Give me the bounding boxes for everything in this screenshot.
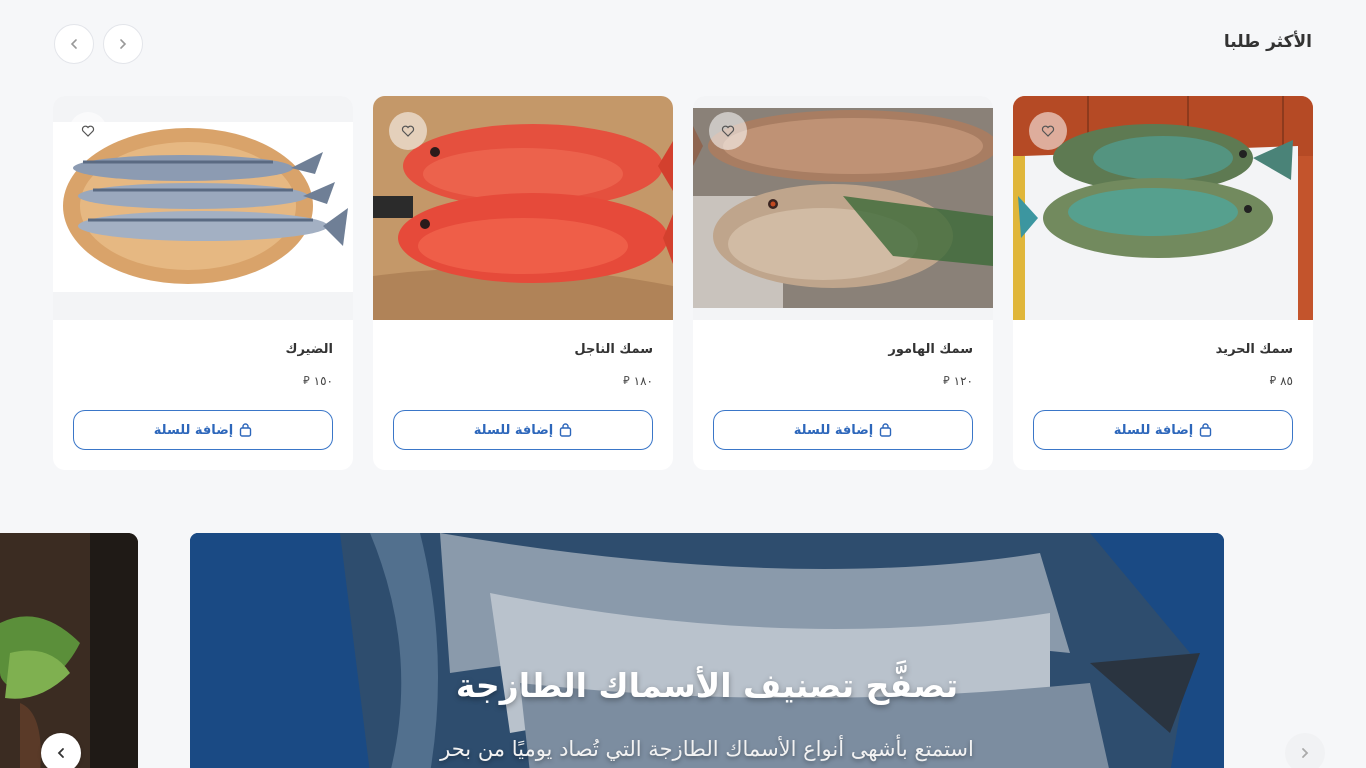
- add-to-cart-label: إضافة للسلة: [153, 422, 234, 438]
- cart-icon: [240, 423, 252, 437]
- side-slide-image: [0, 533, 138, 768]
- favorite-button[interactable]: [69, 112, 107, 150]
- add-to-cart-label: إضافة للسلة: [1113, 422, 1194, 438]
- chevron-right-icon: [120, 39, 127, 49]
- riyal-icon: ⃁: [623, 374, 630, 387]
- product-card[interactable]: سمك الناجل ١٨٠ ⃁ إضافة للسلة: [373, 96, 673, 470]
- chevron-left-icon: [57, 748, 64, 758]
- product-name: سمك الحريد: [1215, 342, 1293, 357]
- cart-icon: [880, 423, 892, 437]
- price-value: ١٢٠: [953, 374, 973, 388]
- riyal-icon: ⃁: [1269, 374, 1277, 387]
- banner-title: تصفَّح تصنيف الأسماك الطازجة: [455, 666, 959, 705]
- side-banner-slide[interactable]: [0, 533, 138, 768]
- banner-next-button[interactable]: [1285, 733, 1325, 768]
- heart-icon: [401, 125, 415, 137]
- cart-icon: [560, 423, 572, 437]
- product-name: سمك الهامور: [888, 342, 973, 357]
- banner-subtitle: استمتع بأشهى أنواع الأسماك الطازجة التي …: [440, 737, 974, 761]
- add-to-cart-button[interactable]: إضافة للسلة: [73, 410, 333, 450]
- riyal-icon: ⃁: [303, 374, 310, 387]
- product-price: ١٢٠ ⃁: [943, 374, 973, 388]
- product-name: سمك الناجل: [574, 342, 653, 357]
- favorite-button[interactable]: [1029, 112, 1067, 150]
- product-card[interactable]: الضيرك ١٥٠ ⃁ إضافة للسلة: [53, 96, 353, 470]
- price-value: ١٥٠: [313, 374, 333, 388]
- product-price: ٨٥ ⃁: [1270, 374, 1293, 388]
- product-price: ١٨٠ ⃁: [623, 374, 653, 388]
- heart-icon: [81, 125, 95, 137]
- price-value: ١٨٠: [633, 374, 653, 388]
- banner-image: [190, 533, 1224, 768]
- product-carousel: سمك الحريد ٨٥ ⃁ إضافة للسلة: [53, 96, 1313, 470]
- price-value: ٨٥: [1280, 374, 1293, 388]
- carousel-prev-button[interactable]: [103, 24, 143, 64]
- category-banner[interactable]: تصفَّح تصنيف الأسماك الطازجة استمتع بأشه…: [190, 533, 1224, 768]
- product-price: ١٥٠ ⃁: [303, 374, 333, 388]
- cart-icon: [1200, 423, 1212, 437]
- add-to-cart-label: إضافة للسلة: [473, 422, 554, 438]
- heart-icon: [721, 125, 735, 137]
- chevron-right-icon: [1302, 748, 1309, 758]
- heart-icon: [1041, 125, 1055, 137]
- chevron-left-icon: [70, 39, 77, 49]
- banner-prev-button[interactable]: [41, 733, 81, 768]
- add-to-cart-button[interactable]: إضافة للسلة: [393, 410, 653, 450]
- product-name: الضيرك: [285, 342, 333, 357]
- carousel-next-button[interactable]: [54, 24, 94, 64]
- product-card[interactable]: سمك الهامور ١٢٠ ⃁ إضافة للسلة: [693, 96, 993, 470]
- product-card[interactable]: سمك الحريد ٨٥ ⃁ إضافة للسلة: [1013, 96, 1313, 470]
- section-title: الأكثر طلبا: [1223, 32, 1312, 52]
- add-to-cart-label: إضافة للسلة: [793, 422, 874, 438]
- favorite-button[interactable]: [389, 112, 427, 150]
- add-to-cart-button[interactable]: إضافة للسلة: [713, 410, 973, 450]
- riyal-icon: ⃁: [943, 374, 950, 387]
- favorite-button[interactable]: [709, 112, 747, 150]
- add-to-cart-button[interactable]: إضافة للسلة: [1033, 410, 1293, 450]
